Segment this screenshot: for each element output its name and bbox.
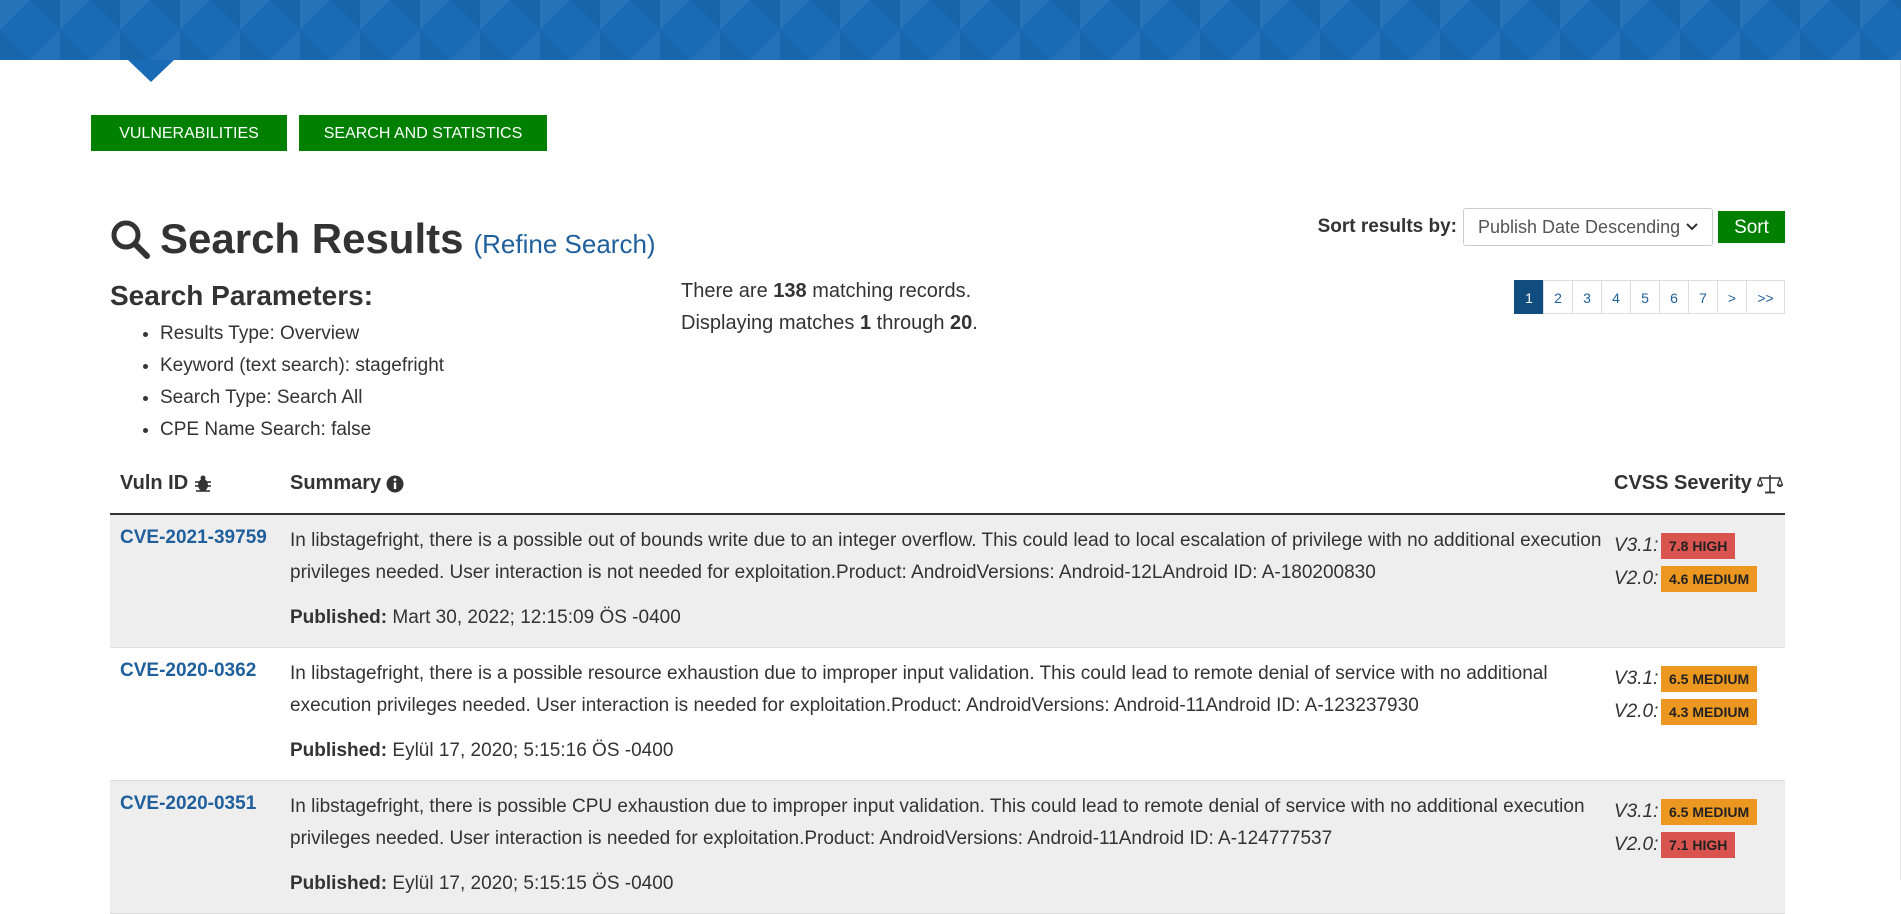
param-item: Results Type: Overview: [160, 318, 444, 350]
published-label: Published:: [290, 873, 388, 894]
info-icon: [386, 475, 404, 492]
page-link-2[interactable]: 2: [1543, 280, 1573, 314]
published-label: Published:: [290, 740, 388, 761]
cvss-version-label: V3.1:: [1614, 534, 1659, 556]
search-parameters-list: Results Type: Overview Keyword (text sea…: [110, 318, 444, 446]
chevron-down-icon: [1686, 223, 1698, 231]
display-to: 20: [950, 312, 973, 334]
search-statistics-button[interactable]: SEARCH AND STATISTICS: [299, 115, 547, 151]
search-parameters: Search Parameters: Results Type: Overvie…: [110, 280, 444, 446]
search-icon: [111, 220, 150, 259]
vuln-summary: In libstagefright, there is a possible o…: [290, 530, 1602, 583]
cvss-severity: V3.1: 7.8 HIGH V2.0: 4.6 MEDIUM: [1614, 529, 1758, 595]
cvss-badge[interactable]: 4.3 MEDIUM: [1661, 698, 1758, 725]
vuln-id-link[interactable]: CVE-2020-0362: [120, 660, 256, 682]
cvss-version-label: V2.0:: [1614, 833, 1659, 855]
page-link-6[interactable]: 6: [1659, 280, 1689, 314]
page-link-3[interactable]: 3: [1572, 280, 1602, 314]
column-header-vuln-id: Vuln ID: [120, 472, 213, 495]
param-item: Search Type: Search All: [160, 382, 444, 414]
page-link-7[interactable]: 7: [1688, 280, 1718, 314]
banner-pointer: [128, 60, 174, 82]
cvss-severity: V3.1: 6.5 MEDIUM V2.0: 7.1 HIGH: [1614, 795, 1758, 861]
cvss-badge[interactable]: 7.8 HIGH: [1661, 532, 1736, 559]
pagination: 1 2 3 4 5 6 7 > >>: [1514, 280, 1785, 314]
param-item: CPE Name Search: false: [160, 414, 444, 446]
sort-controls: Sort results by: Publish Date Descending…: [1318, 208, 1785, 246]
summary-header-label: Summary: [290, 472, 382, 494]
published-value: Eylül 17, 2020; 5:15:16 ÖS -0400: [392, 740, 674, 761]
match-total: 138: [773, 280, 807, 302]
cvss-version-label: V3.1:: [1614, 667, 1659, 689]
sort-button[interactable]: Sort: [1718, 211, 1785, 243]
page-title: Search Results (Refine Search): [110, 214, 656, 264]
bug-icon: [195, 475, 212, 492]
vuln-summary: In libstagefright, there is a possible r…: [290, 663, 1548, 716]
table-row: CVE-2020-0362 In libstagefright, there i…: [110, 648, 1785, 781]
sort-select[interactable]: Publish Date Descending: [1463, 208, 1713, 246]
param-item: Keyword (text search): stagefright: [160, 350, 444, 382]
published-value: Mart 30, 2022; 12:15:09 ÖS -0400: [392, 607, 681, 628]
table-row: CVE-2020-0351 In libstagefright, there i…: [110, 781, 1785, 914]
published-date: Published: Eylül 17, 2020; 5:15:16 ÖS -0…: [290, 740, 673, 762]
match-count: There are 138 matching records. Displayi…: [681, 275, 978, 339]
published-date: Published: Mart 30, 2022; 12:15:09 ÖS -0…: [290, 607, 681, 629]
published-value: Eylül 17, 2020; 5:15:15 ÖS -0400: [392, 873, 674, 894]
display-from: 1: [859, 312, 872, 334]
table-row: CVE-2021-39759 In libstagefright, there …: [110, 515, 1785, 648]
page-title-text: Search Results: [160, 215, 464, 262]
vuln-id-link[interactable]: CVE-2021-39759: [120, 527, 267, 549]
page-next[interactable]: >: [1717, 280, 1747, 314]
search-parameters-heading: Search Parameters:: [110, 280, 374, 311]
cvss-badge[interactable]: 6.5 MEDIUM: [1661, 665, 1758, 692]
cvss-version-label: V2.0:: [1614, 700, 1659, 722]
published-date: Published: Eylül 17, 2020; 5:15:15 ÖS -0…: [290, 873, 673, 895]
page-last[interactable]: >>: [1746, 280, 1785, 314]
display-end: .: [972, 312, 978, 334]
sort-label: Sort results by:: [1317, 216, 1457, 237]
column-header-cvss: CVSS Severity: [1614, 472, 1783, 495]
cvss-badge[interactable]: 7.1 HIGH: [1661, 831, 1736, 858]
vuln-id-header-label: Vuln ID: [120, 472, 189, 494]
sort-selected-value: Publish Date Descending: [1478, 216, 1681, 237]
vuln-id-link[interactable]: CVE-2020-0351: [120, 793, 256, 815]
display-prefix: Displaying matches: [681, 312, 860, 334]
published-label: Published:: [290, 607, 388, 628]
site-banner: [0, 0, 1901, 60]
column-header-summary: Summary: [290, 472, 404, 495]
cvss-severity: V3.1: 6.5 MEDIUM V2.0: 4.3 MEDIUM: [1614, 662, 1758, 728]
balance-scale-icon: [1756, 474, 1783, 493]
table-header: Vuln ID Summary CVSS Severity: [110, 466, 1785, 515]
cvss-version-label: V3.1:: [1614, 800, 1659, 822]
cvss-header-label: CVSS Severity: [1614, 472, 1752, 494]
vulnerabilities-button[interactable]: VULNERABILITIES: [91, 115, 287, 151]
match-suffix: matching records.: [806, 280, 972, 302]
display-through: through: [871, 312, 951, 334]
refine-search-link[interactable]: (Refine Search): [473, 229, 655, 260]
match-prefix: There are: [681, 280, 774, 302]
cvss-badge[interactable]: 6.5 MEDIUM: [1661, 798, 1758, 825]
page-link-4[interactable]: 4: [1601, 280, 1631, 314]
page-link-5[interactable]: 5: [1630, 280, 1660, 314]
cvss-version-label: V2.0:: [1614, 567, 1659, 589]
page-link-1[interactable]: 1: [1514, 280, 1544, 314]
results-table: Vuln ID Summary CVSS Severity CVE-2021-3…: [110, 466, 1785, 914]
vuln-summary: In libstagefright, there is possible CPU…: [290, 796, 1585, 849]
cvss-badge[interactable]: 4.6 MEDIUM: [1661, 565, 1758, 592]
